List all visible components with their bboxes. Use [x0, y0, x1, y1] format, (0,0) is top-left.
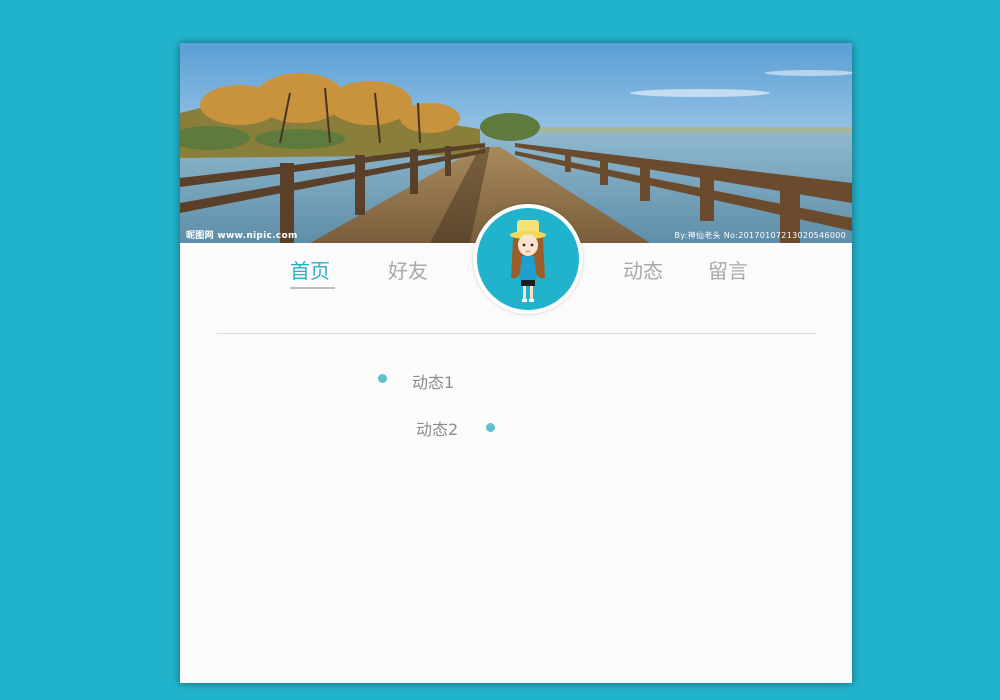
- content-divider: [217, 333, 816, 334]
- nav-home[interactable]: 首页: [290, 255, 330, 284]
- timeline-dot-1: [378, 374, 387, 383]
- timeline-item-1[interactable]: 动态1: [412, 369, 454, 393]
- watermark-right: By:神仙老头 No:20170107213020546000: [674, 231, 846, 240]
- avatar[interactable]: [473, 204, 583, 314]
- timeline-dot-2: [486, 423, 495, 432]
- nav-friends[interactable]: 好友: [388, 255, 428, 284]
- girl-avatar-icon: [510, 220, 546, 302]
- timeline-item-2[interactable]: 动态2: [416, 416, 458, 440]
- watermark-left: 昵图网 www.nipic.com: [186, 231, 298, 241]
- nav-messages[interactable]: 留言: [708, 255, 748, 284]
- nav-activity[interactable]: 动态: [623, 255, 663, 284]
- profile-card: 昵图网 www.nipic.com By:神仙老头 No:20170107213…: [180, 43, 852, 683]
- avatar-image: [477, 208, 579, 310]
- nav-active-underline: [290, 287, 335, 289]
